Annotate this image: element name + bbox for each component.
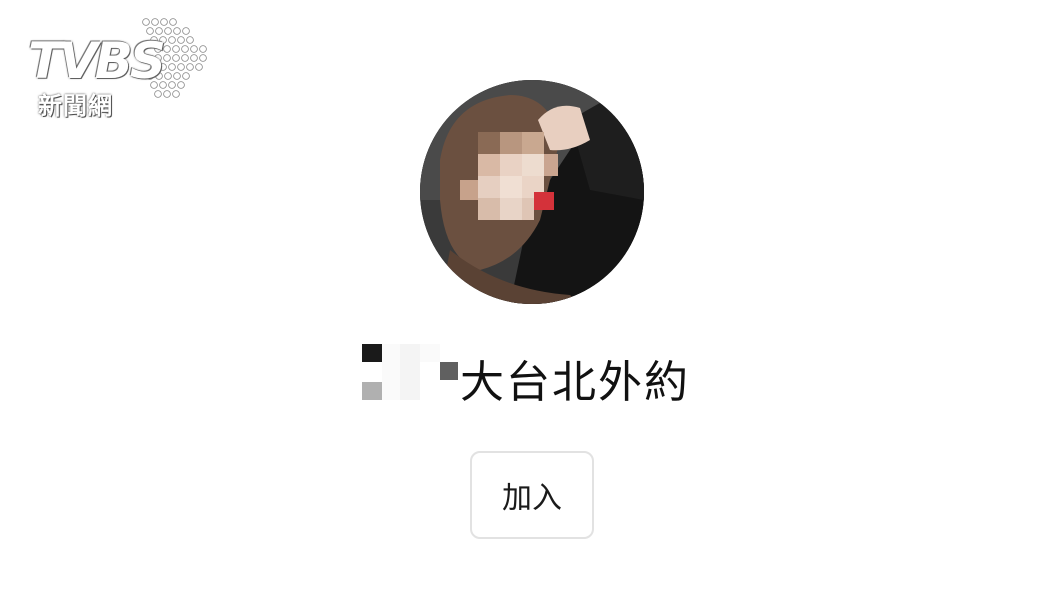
censor-block (382, 344, 400, 400)
censor-block (362, 344, 382, 362)
logo-subtitle: 新聞網 (38, 92, 113, 120)
join-button[interactable]: 加入 (470, 451, 594, 539)
censor-block (440, 362, 458, 380)
logo-wordmark: TVBS (28, 32, 166, 90)
avatar-image (420, 80, 644, 304)
join-button-label: 加入 (502, 481, 562, 516)
censor-block (420, 344, 440, 362)
group-name-text: 大台北外約 (460, 357, 690, 408)
tvbs-news-logo: TVBS 新聞網 (28, 16, 210, 120)
censor-block (400, 344, 420, 400)
censor-block (362, 382, 382, 400)
group-avatar (420, 80, 644, 304)
